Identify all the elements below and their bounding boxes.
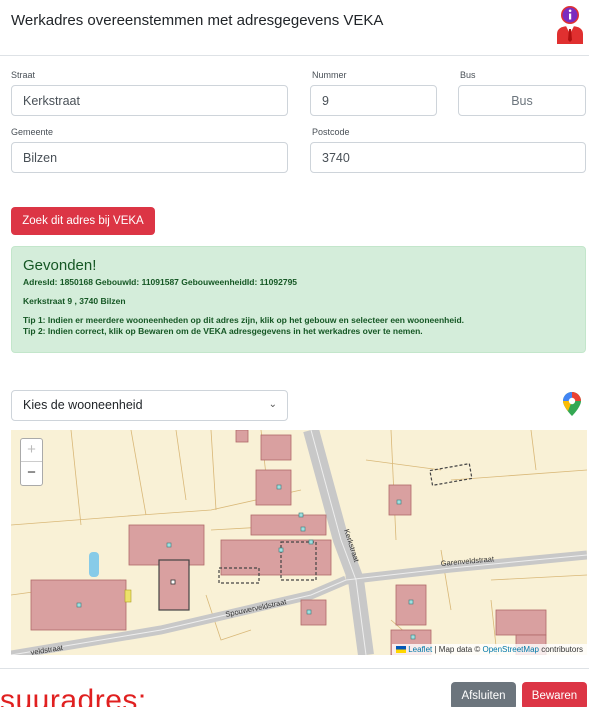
postcode-label: Postcode: [312, 127, 350, 137]
map-canvas: Kerkstraat Garenveldstraat Spouwerveldst…: [11, 430, 587, 655]
attribution-tail: contributors: [538, 645, 583, 654]
osm-link[interactable]: OpenStreetMap: [482, 645, 538, 654]
nummer-input[interactable]: [310, 85, 437, 116]
map-view[interactable]: Kerkstraat Garenveldstraat Spouwerveldst…: [11, 430, 587, 655]
wooneenheid-select[interactable]: Kies de wooneenheid ⌄: [11, 390, 288, 421]
map-attribution: Leaflet | Map data © OpenStreetMap contr…: [392, 644, 587, 655]
result-address: Kerkstraat 9 , 3740 Bilzen: [23, 296, 126, 306]
background-text: suuradres:: [0, 684, 147, 707]
modal-header: Werkadres overeenstemmen met adresgegeve…: [0, 0, 589, 56]
map-pin-icon[interactable]: [563, 392, 581, 416]
gemeente-input[interactable]: [11, 142, 288, 173]
zoom-in-button[interactable]: +: [21, 439, 42, 462]
map-zoom-control: + −: [20, 438, 43, 486]
search-veka-button[interactable]: Zoek dit adres bij VEKA: [11, 207, 155, 235]
modal-title: Werkadres overeenstemmen met adresgegeve…: [11, 12, 384, 29]
attribution-text: | Map data ©: [432, 645, 483, 654]
bus-label: Bus: [460, 70, 476, 80]
save-button[interactable]: Bewaren: [522, 682, 587, 707]
ukraine-flag-icon: [396, 646, 407, 653]
nummer-label: Nummer: [312, 70, 347, 80]
result-tip-2: Tip 2: Indien correct, klik op Bewaren o…: [23, 326, 423, 336]
straat-label: Straat: [11, 70, 36, 80]
result-alert: Gevonden! AdresId: 1850168 GebouwId: 110…: [11, 246, 586, 353]
zoom-out-button[interactable]: −: [21, 462, 42, 485]
bus-input[interactable]: [458, 85, 586, 116]
gemeente-label: Gemeente: [11, 127, 54, 137]
leaflet-link[interactable]: Leaflet: [408, 645, 432, 654]
result-tip-1: Tip 1: Indien er meerdere wooneenheden o…: [23, 315, 464, 325]
postcode-input[interactable]: [310, 142, 586, 173]
result-ids: AdresId: 1850168 GebouwId: 11091587 Gebo…: [23, 277, 298, 287]
footer-divider: [0, 668, 589, 669]
chevron-down-icon: ⌄: [268, 399, 277, 410]
result-heading: Gevonden!: [23, 257, 97, 274]
close-button[interactable]: Afsluiten: [451, 682, 516, 707]
wooneenheid-select-value: Kies de wooneenheid: [23, 398, 143, 412]
straat-input[interactable]: [11, 85, 288, 116]
info-person-icon[interactable]: [554, 4, 586, 44]
